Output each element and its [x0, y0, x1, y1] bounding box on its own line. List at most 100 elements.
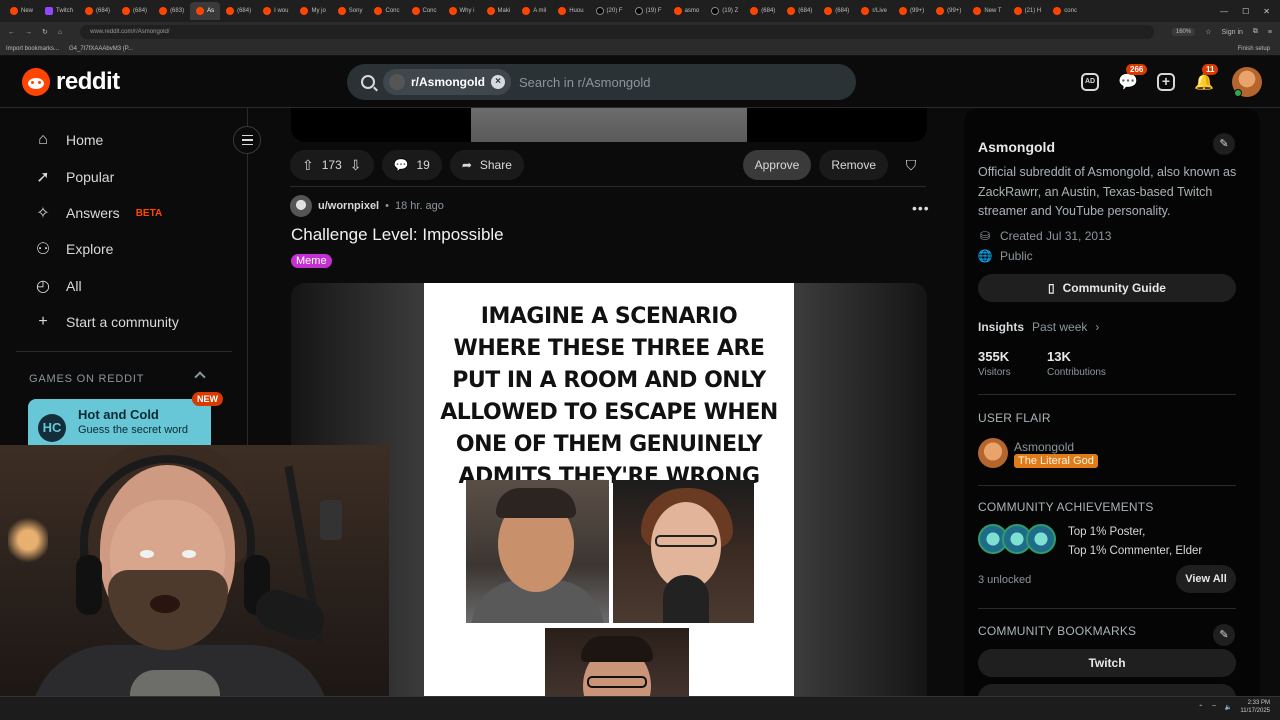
community-guide-button[interactable]: ▯ Community Guide — [978, 274, 1236, 302]
view-all-button[interactable]: View All — [1176, 565, 1236, 593]
user-flair-tag[interactable]: The Literal God — [1014, 454, 1098, 468]
browser-tab[interactable]: (684) — [781, 2, 818, 20]
nav-explore[interactable]: ⚇ Explore — [34, 240, 114, 258]
post-author[interactable]: u/wornpixel — [318, 200, 379, 212]
clear-chip-icon[interactable]: × — [491, 75, 505, 89]
home-browser-icon[interactable]: ⌂ — [58, 29, 62, 36]
previous-post-actions: ⇧ 173 ⇩ 💬 19 ➦ Share Approve Remove ⛉ — [290, 150, 926, 180]
post-overflow-menu-icon[interactable]: ••• — [912, 200, 930, 216]
tab-label: asmo — [684, 8, 700, 14]
upvote-icon[interactable]: ⇧ — [302, 157, 314, 174]
browser-tab[interactable]: (683) — [153, 2, 190, 20]
browser-tab[interactable]: (684) — [220, 2, 257, 20]
browser-tab[interactable]: (20) F — [590, 2, 629, 20]
comments-button[interactable]: 💬 19 — [381, 150, 442, 180]
post-flair[interactable]: Meme — [291, 254, 332, 268]
bell-icon: 🔔 — [1194, 74, 1214, 91]
edit-pencil-icon[interactable]: ✎ — [1213, 624, 1235, 646]
browser-tab[interactable]: Huou — [552, 2, 589, 20]
game-card-hot-and-cold[interactable]: HC Hot and Cold Guess the secret word NE… — [28, 392, 223, 447]
bookmark-import[interactable]: Import bookmarks... — [6, 46, 59, 52]
insights-label: Insights — [978, 320, 1025, 334]
post-divider — [290, 186, 926, 187]
browser-tab[interactable]: conc — [1047, 2, 1083, 20]
reddit-logo[interactable]: reddit — [22, 68, 120, 96]
browser-tab[interactable]: (99+) — [893, 2, 930, 20]
search-input[interactable]: Search in r/Asmongold — [519, 75, 651, 90]
extensions-icon[interactable]: ⧉ — [1253, 28, 1258, 36]
previous-post-media[interactable] — [291, 108, 927, 142]
beta-badge: BETA — [135, 207, 163, 219]
bookmark-link[interactable]: G4_7t7fXAAAbvM3 (P... — [69, 46, 133, 52]
share-button[interactable]: ➦ Share — [449, 150, 524, 180]
achievement-badge-icon[interactable] — [1026, 524, 1056, 554]
chip-label: r/Asmongold — [411, 75, 485, 89]
reload-icon[interactable]: ↻ — [42, 28, 48, 36]
post-title[interactable]: Challenge Level: Impossible — [291, 225, 504, 245]
nav-popular[interactable]: ➚ Popular — [34, 168, 114, 186]
browser-tab[interactable]: My jo — [294, 2, 331, 20]
back-icon[interactable]: ← — [8, 29, 15, 36]
approve-button[interactable]: Approve — [742, 150, 812, 180]
insights-link[interactable]: Insights Past week › — [978, 320, 1099, 334]
edit-pencil-icon[interactable]: ✎ — [1213, 133, 1235, 155]
browser-tab[interactable]: (684) — [79, 2, 116, 20]
browser-tab[interactable]: Maki — [481, 2, 517, 20]
browser-tab[interactable]: New — [4, 2, 39, 20]
downvote-icon[interactable]: ⇩ — [350, 157, 362, 174]
created-date: Created Jul 31, 2013 — [1000, 229, 1112, 243]
browser-tab[interactable]: As — [190, 2, 221, 20]
bookmark-star-icon[interactable]: ☆ — [1205, 28, 1211, 36]
browser-tab[interactable]: (684) — [116, 2, 153, 20]
author-avatar[interactable] — [290, 195, 312, 217]
mod-shield-icon[interactable]: ⛉ — [896, 150, 926, 180]
browser-tab[interactable]: (684) — [818, 2, 855, 20]
nav-answers[interactable]: ✧ Answers BETA — [34, 204, 162, 222]
browser-menu-icon[interactable]: ≡ — [1268, 29, 1272, 36]
advertise-button[interactable]: AD — [1080, 72, 1100, 92]
browser-tab[interactable]: (19) Z — [705, 2, 744, 20]
browser-tab[interactable]: A mil — [516, 2, 552, 20]
games-section-title: GAMES ON REDDIT — [29, 373, 145, 385]
nav-start-community[interactable]: + Start a community — [34, 313, 179, 331]
subreddit-search-chip[interactable]: r/Asmongold × — [383, 69, 511, 95]
browser-tab[interactable]: asmo — [668, 2, 706, 20]
search-bar[interactable]: r/Asmongold × Search in r/Asmongold — [347, 64, 856, 100]
browser-tab[interactable]: New T — [967, 2, 1007, 20]
tab-favicon-icon — [300, 7, 309, 15]
browser-tab[interactable]: (684) — [744, 2, 781, 20]
finish-setup-link[interactable]: Finish setup — [1238, 46, 1280, 52]
clock[interactable]: 2:33 PM 11/17/2025 — [1240, 699, 1270, 715]
browser-tab[interactable]: Why i — [443, 2, 481, 20]
nav-home[interactable]: ⌂ Home — [34, 131, 103, 149]
minimize-icon[interactable]: — — [1220, 7, 1228, 16]
chat-button[interactable]: 💬 266 — [1118, 64, 1148, 92]
close-window-icon[interactable]: ✕ — [1263, 7, 1270, 16]
browser-tab[interactable]: Sony — [332, 2, 369, 20]
browser-tab[interactable]: Twitch — [39, 2, 79, 20]
notifications-button[interactable]: 🔔 11 — [1194, 64, 1219, 92]
zoom-level[interactable]: 160% — [1171, 28, 1196, 36]
volume-icon[interactable]: 🔈 — [1225, 704, 1232, 711]
chevron-up-icon[interactable] — [194, 371, 206, 383]
browser-tab[interactable]: (19) F — [629, 2, 668, 20]
maximize-icon[interactable]: ☐ — [1242, 7, 1249, 16]
bookmark-twitch-button[interactable]: Twitch — [978, 649, 1236, 677]
remove-button[interactable]: Remove — [819, 150, 888, 180]
sign-in-button[interactable]: Sign in — [1222, 29, 1243, 36]
create-post-button[interactable]: + — [1156, 72, 1176, 92]
browser-tab[interactable]: I wou — [257, 2, 294, 20]
browser-tab[interactable]: Conc — [368, 2, 405, 20]
browser-tab[interactable]: (21) H — [1008, 2, 1048, 20]
nav-all[interactable]: ◴ All — [34, 277, 82, 295]
user-avatar[interactable] — [1232, 67, 1262, 97]
url-field[interactable]: www.reddit.com/r/Asmongold/ — [80, 25, 1154, 39]
network-icon[interactable]: ⌔ — [1211, 703, 1217, 711]
forward-icon[interactable]: → — [25, 29, 32, 36]
popular-icon: ➚ — [36, 169, 50, 186]
tray-chevron-icon[interactable]: ⌃ — [1198, 704, 1203, 711]
browser-tab[interactable]: r/Live — [855, 2, 893, 20]
window-controls: — ☐ ✕ — [1220, 7, 1280, 16]
browser-tab[interactable]: Conc — [406, 2, 443, 20]
browser-tab[interactable]: (99+) — [930, 2, 967, 20]
